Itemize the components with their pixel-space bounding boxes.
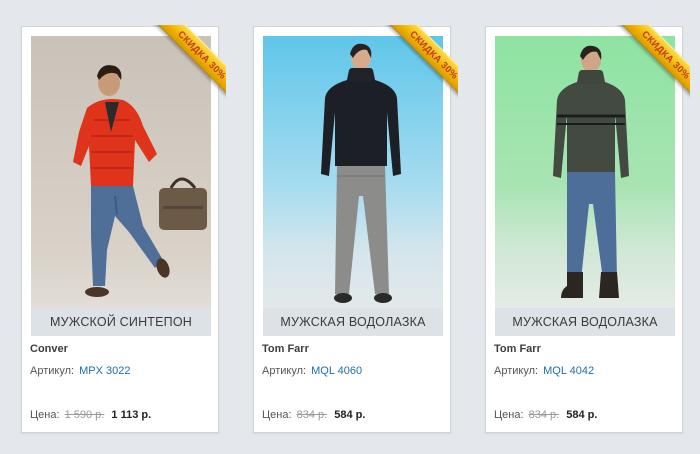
product-sku-row: Артикул: MQL 4042 [494, 365, 594, 377]
product-title[interactable]: МУЖСКАЯ ВОДОЛАЗКА [495, 308, 675, 336]
sku-label: Артикул: [30, 365, 75, 377]
product-price-row: Цена: 1 590 р. 1 113 р. [30, 409, 151, 421]
old-price: 834 р. [528, 409, 560, 421]
sku-link[interactable]: MQL 4060 [311, 365, 362, 377]
product-image [263, 36, 443, 308]
product-price-row: Цена: 834 р. 584 р. [262, 409, 365, 421]
new-price: 1 113 р. [111, 409, 152, 421]
new-price: 584 р. [334, 409, 366, 421]
product-photo[interactable] [31, 36, 211, 308]
product-title[interactable]: МУЖСКОЙ СИНТЕПОН [31, 308, 211, 336]
new-price: 584 р. [566, 409, 598, 421]
product-sku-row: Артикул: MQL 4060 [262, 365, 362, 377]
sku-label: Артикул: [494, 365, 539, 377]
old-price: 1 590 р. [64, 409, 105, 421]
sku-link[interactable]: MQL 4042 [543, 365, 594, 377]
product-card[interactable]: СКИДКА 30% МУЖСКОЙ СИНТЕПОН Conver Артик… [21, 25, 226, 433]
old-price: 834 р. [296, 409, 328, 421]
price-label: Цена: [30, 409, 60, 421]
product-photo[interactable] [495, 36, 675, 308]
product-brand: Tom Farr [262, 343, 309, 355]
product-price-row: Цена: 834 р. 584 р. [494, 409, 597, 421]
sku-link[interactable]: MPX 3022 [79, 365, 130, 377]
price-label: Цена: [262, 409, 292, 421]
product-brand: Tom Farr [494, 343, 541, 355]
product-image [495, 36, 675, 308]
product-photo[interactable] [263, 36, 443, 308]
product-card[interactable]: СКИДКА 30% МУЖСКАЯ ВОДОЛАЗКА Tom Farr Ар… [485, 25, 690, 433]
product-title[interactable]: МУЖСКАЯ ВОДОЛАЗКА [263, 308, 443, 336]
sku-label: Артикул: [262, 365, 307, 377]
product-image [31, 36, 211, 308]
product-card[interactable]: СКИДКА 30% МУЖСКАЯ ВОДОЛАЗКА Tom Farr Ар… [253, 25, 458, 433]
product-sku-row: Артикул: MPX 3022 [30, 365, 131, 377]
product-brand: Conver [30, 343, 68, 355]
price-label: Цена: [494, 409, 524, 421]
